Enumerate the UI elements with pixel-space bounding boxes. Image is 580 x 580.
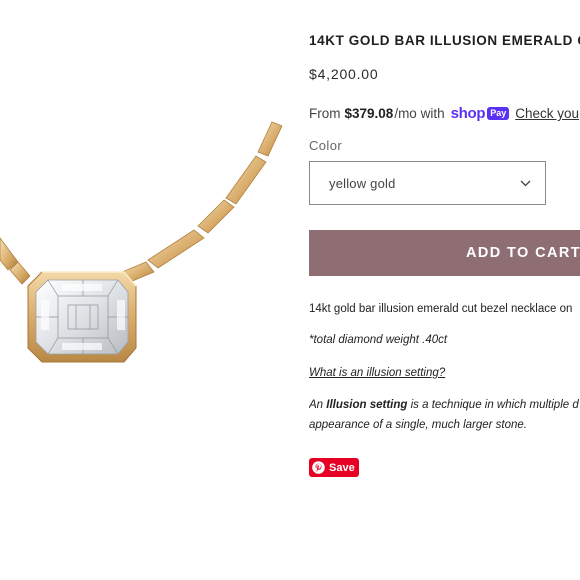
product-price: $4,200.00 [309,66,379,82]
check-eligibility-link[interactable]: Check you [515,106,579,121]
illusion-explanation-bold: Illusion setting [326,399,408,411]
pinterest-save-button[interactable]: Save [309,458,359,477]
add-to-cart-button[interactable]: ADD TO CART [309,230,580,276]
pinterest-save-label: Save [329,461,355,474]
shop-pay-word: shop [450,105,486,122]
illusion-explanation-prefix: An [309,399,324,411]
shop-pay-badge: Pay [487,107,510,120]
illusion-explanation-line-2: appearance of a single, much larger ston… [309,419,527,431]
product-page: 14KT GOLD BAR ILLUSION EMERALD C $4,200.… [0,0,580,580]
illusion-setting-link[interactable]: What is an illusion setting? [309,367,445,379]
color-label: Color [309,138,343,153]
color-select[interactable]: yellow gold [309,161,546,205]
diamond-weight-text: *total diamond weight .40ct [309,334,448,346]
product-title: 14KT GOLD BAR ILLUSION EMERALD C [309,33,580,48]
shop-pay-logo: shop Pay [451,105,510,122]
illusion-explanation-suffix: is a technique in which multiple d [410,399,579,411]
illusion-explanation-line: An Illusion setting is a technique in wh… [309,399,579,411]
installments-amount: $379.08 [344,106,394,121]
installments-prefix: From [309,106,341,121]
product-image[interactable] [0,0,290,580]
installments-banner: From $379.08 /mo with shop Pay Check you [309,105,579,122]
pinterest-icon [312,461,325,474]
product-info: 14KT GOLD BAR ILLUSION EMERALD C $4,200.… [309,0,580,580]
description-text: 14kt gold bar illusion emerald cut bezel… [309,303,573,315]
color-select-value: yellow gold [329,175,396,191]
chevron-down-icon [520,174,531,192]
installments-suffix: /mo with [394,106,445,121]
